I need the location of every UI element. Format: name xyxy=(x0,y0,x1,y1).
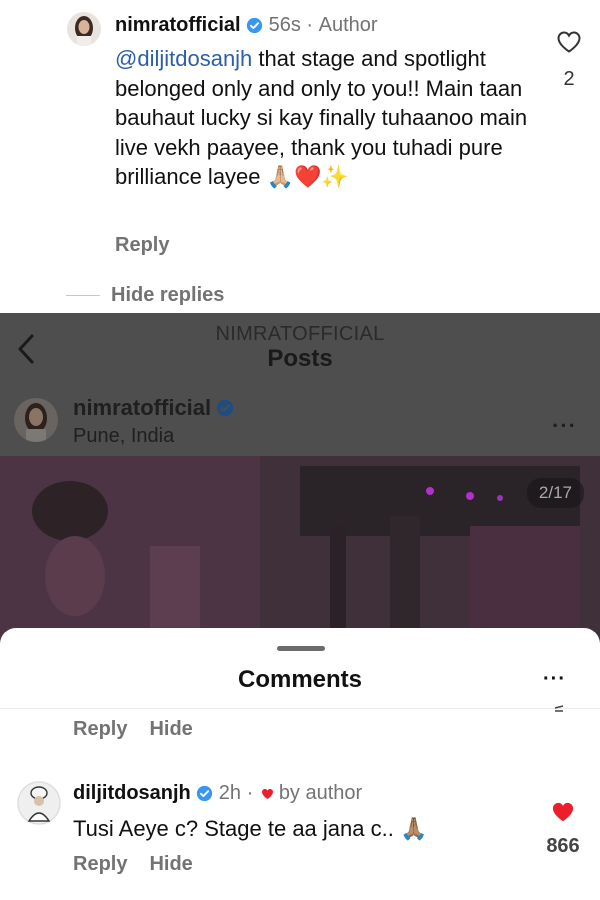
comments-sheet: Comments ··· Reply Hide diljitdosanjh 2h… xyxy=(0,628,600,900)
first-comment-actions: Reply Hide xyxy=(73,718,193,741)
top-comment: nimratofficial 56s · Author @diljitdosan… xyxy=(0,0,600,313)
diljit-comment-actions: Reply Hide xyxy=(73,853,193,876)
top-comment-username[interactable]: nimratofficial xyxy=(115,14,241,37)
mention-link[interactable]: @diljitdosanjh xyxy=(115,46,252,71)
diljit-comment-header: diljitdosanjh 2h · by author xyxy=(73,782,362,805)
post-image[interactable]: 2/17 xyxy=(0,456,600,643)
nimrat-avatar[interactable] xyxy=(67,12,101,46)
diljit-separator: · xyxy=(241,782,259,804)
diljit-username[interactable]: diljitdosanjh xyxy=(73,782,191,805)
diljit-comment-time: 2h xyxy=(218,782,242,804)
hide-replies-line xyxy=(66,295,100,296)
heart-outline-icon[interactable] xyxy=(556,30,582,54)
top-like-count: 2 xyxy=(563,68,575,90)
sheet-divider xyxy=(0,708,600,709)
hide-button[interactable]: Hide xyxy=(149,718,192,741)
more-dots-icon[interactable]: ··· xyxy=(552,413,577,439)
verified-badge-icon xyxy=(246,17,262,34)
image-counter: 2/17 xyxy=(526,478,584,508)
top-comment-text: @diljitdosanjh that stage and spotlight … xyxy=(115,44,545,192)
reply-button[interactable]: Reply xyxy=(73,853,127,876)
top-comment-separator: · xyxy=(300,14,319,36)
diljit-like-count: 866 xyxy=(546,835,580,857)
post-page-title: Posts xyxy=(267,345,333,372)
hide-button[interactable]: Hide xyxy=(149,853,192,876)
more-dots-icon[interactable]: ··· xyxy=(543,668,566,691)
hide-replies-button[interactable]: Hide replies xyxy=(66,284,224,307)
drag-handle[interactable] xyxy=(277,646,325,651)
heart-filled-icon[interactable] xyxy=(551,801,575,823)
reply-button[interactable]: Reply xyxy=(115,234,169,257)
post-owner-label: NIMRATOFFICIAL xyxy=(215,323,385,345)
hide-replies-label: Hide replies xyxy=(111,284,225,306)
author-label: Author xyxy=(318,14,378,36)
post-image-art xyxy=(0,456,600,643)
verified-badge-icon xyxy=(217,399,234,417)
diljit-avatar[interactable] xyxy=(17,781,61,825)
by-author-label: by author xyxy=(278,782,363,804)
cutoff-count-glyph xyxy=(554,705,564,712)
top-comment-header: nimratofficial 56s · Author xyxy=(115,14,378,37)
diljit-comment-text: Tusi Aeye c? Stage te aa jana c.. 🙏🏽 xyxy=(73,816,428,841)
post-username[interactable]: nimratofficial xyxy=(73,395,240,421)
comments-title: Comments xyxy=(237,666,363,693)
heart-filled-icon xyxy=(261,788,273,799)
post-screen-overlay: NIMRATOFFICIAL Posts nimratofficial Pune… xyxy=(0,313,600,643)
top-comment-time: 56s xyxy=(268,14,301,36)
post-location[interactable]: Pune, India xyxy=(73,425,174,448)
verified-badge-icon xyxy=(196,785,212,802)
post-username-text: nimratofficial xyxy=(73,395,212,420)
post-avatar[interactable] xyxy=(14,398,58,442)
reply-button[interactable]: Reply xyxy=(73,718,127,741)
